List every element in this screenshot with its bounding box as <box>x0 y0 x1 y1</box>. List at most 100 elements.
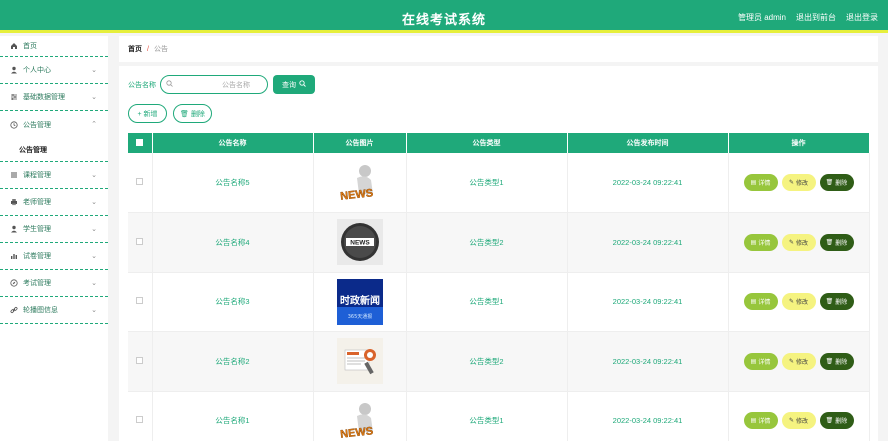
row-checkbox[interactable] <box>136 178 144 185</box>
admin-user-label[interactable]: 管理员 admin <box>738 12 786 23</box>
detail-button[interactable]: ▤ 详情 <box>743 352 778 370</box>
actions-cell: ▤ 详情 ✎ 修改 🗑 删除 <box>728 331 870 392</box>
actions-cell: ▤ 详情 ✎ 修改 🗑 删除 <box>728 272 870 332</box>
edit-button[interactable]: ✎ 修改 <box>781 412 816 430</box>
sidebar-item-exam[interactable]: 考试管理 ⌄ <box>0 270 108 297</box>
trash-icon: 🗑 <box>825 418 834 425</box>
sidebar-item-label: 轮播图信息 <box>23 307 58 314</box>
main-content: 首页 / 公告 公告名称 公告名称 查询 + 新增 🗑 删除 公告名称 公告图片… <box>119 36 878 441</box>
edit-icon: ✎ <box>788 239 794 246</box>
sidebar-item-personal-center[interactable]: 个人中心 ⌄ <box>0 57 108 84</box>
edit-button[interactable]: ✎ 修改 <box>781 352 816 370</box>
edit-label: 修改 <box>796 359 809 366</box>
svg-text:365天通报: 365天通报 <box>347 313 372 320</box>
edit-label: 修改 <box>796 240 809 247</box>
sidebar-item-carousel[interactable]: 轮播图信息 ⌄ <box>0 297 108 324</box>
chevron-down-icon: ⌄ <box>91 307 97 314</box>
detail-button[interactable]: ▤ 详情 <box>743 412 778 430</box>
detail-label: 详情 <box>758 240 771 247</box>
trash-icon: 🗑 <box>825 239 834 246</box>
edit-icon: ✎ <box>788 418 794 425</box>
home-icon <box>10 42 18 50</box>
delete-label: 删除 <box>835 300 848 307</box>
announcement-name-cell: 公告名称5 <box>152 153 314 213</box>
edit-icon: ✎ <box>788 358 794 365</box>
batch-delete-button[interactable]: 🗑 删除 <box>173 104 212 123</box>
sidebar-item-home[interactable]: 首页 <box>0 36 108 57</box>
chevron-down-icon: ⌄ <box>91 199 97 206</box>
add-button[interactable]: + 新增 <box>128 104 167 123</box>
search-icon <box>299 80 306 89</box>
row-checkbox[interactable] <box>136 416 144 424</box>
sidebar-item-base-data[interactable]: 基础数据管理 ⌄ <box>0 84 108 111</box>
trash-icon: 🗑 <box>180 110 189 118</box>
detail-button[interactable]: ▤ 详情 <box>743 293 778 311</box>
delete-button[interactable]: 🗑 删除 <box>819 233 854 251</box>
sidebar-item-course[interactable]: 课程管理 ⌄ <box>0 162 108 189</box>
sidebar: 首页 个人中心 ⌄ 基础数据管理 ⌄ 公告管理 ⌃ 公告管理 课程管理 ⌄ 老师… <box>0 36 108 441</box>
breadcrumb-home[interactable]: 首页 <box>128 44 142 54</box>
user-icon <box>10 225 18 233</box>
sidebar-subitem-announcement-management[interactable]: 公告管理 <box>0 138 108 162</box>
delete-button[interactable]: 🗑 删除 <box>819 174 854 191</box>
detail-icon: ▤ <box>750 299 757 306</box>
sidebar-item-announcement[interactable]: 公告管理 ⌃ <box>0 111 108 138</box>
select-all-cell <box>128 133 153 153</box>
row-select-cell <box>128 331 153 392</box>
trash-icon: 🗑 <box>825 358 834 365</box>
table-row: 公告名称3 时政新闻 365天通报 公告类型1 2022-03-24 09:22:41 ▤… <box>128 272 870 332</box>
search-button[interactable]: 查询 <box>273 75 315 94</box>
breadcrumb-current: 公告 <box>153 46 168 53</box>
news-globe-image: NEWS <box>336 219 383 266</box>
detail-button[interactable]: ▤ 详情 <box>743 233 778 251</box>
search-input[interactable]: 公告名称 <box>160 75 268 94</box>
column-header: 公告类型 <box>406 133 568 153</box>
top-header: 在线考试系统 管理员 admin 退出到前台 退出登录 <box>0 0 888 33</box>
announcement-time-cell: 2022-03-24 09:22:41 <box>567 331 729 392</box>
actions-cell: ▤ 详情 ✎ 修改 🗑 删除 <box>728 212 870 273</box>
link-icon <box>10 306 18 314</box>
edit-button[interactable]: ✎ 修改 <box>781 174 816 191</box>
edit-label: 修改 <box>796 419 809 426</box>
sidebar-item-label: 个人中心 <box>23 67 51 74</box>
actions-cell: ▤ 详情 ✎ 修改 🗑 删除 <box>728 153 870 213</box>
edit-button[interactable]: ✎ 修改 <box>781 233 816 251</box>
announcement-table: 公告名称 公告图片 公告类型 公告发布时间 操作 公告名称5 NEWS 公告类型1 2… <box>128 133 870 441</box>
sidebar-item-exam-paper[interactable]: 试卷管理 ⌄ <box>0 243 108 270</box>
logout-link[interactable]: 退出登录 <box>846 12 878 23</box>
chevron-down-icon: ⌄ <box>91 226 97 233</box>
chevron-down-icon: ⌄ <box>91 67 97 74</box>
table-row: 公告名称2 公告类型2 2022-03-24 09:22:41 ▤ 详情 ✎ 修改 🗑 删除 <box>128 331 870 392</box>
sidebar-item-student[interactable]: 学生管理 ⌄ <box>0 216 108 243</box>
chevron-down-icon: ⌄ <box>91 94 97 101</box>
delete-button[interactable]: 🗑 删除 <box>819 293 854 311</box>
chevron-down-icon: ⌄ <box>91 253 97 260</box>
sidebar-item-label: 试卷管理 <box>23 253 51 260</box>
announcement-time-cell: 2022-03-24 09:22:41 <box>567 391 729 441</box>
detail-label: 详情 <box>758 181 771 187</box>
clock-icon <box>10 120 18 129</box>
sidebar-item-label: 公告管理 <box>23 121 51 129</box>
announcement-image-cell: NEWS <box>313 212 407 273</box>
select-all-checkbox[interactable] <box>136 138 144 146</box>
detail-icon: ▤ <box>750 239 757 246</box>
detail-button[interactable]: ▤ 详情 <box>743 174 778 191</box>
delete-button[interactable]: 🗑 删除 <box>819 352 854 370</box>
row-checkbox[interactable] <box>136 356 144 364</box>
batch-delete-label: 删除 <box>190 110 205 118</box>
sidebar-item-label: 课程管理 <box>23 172 51 179</box>
edit-button[interactable]: ✎ 修改 <box>781 293 816 311</box>
column-header: 公告发布时间 <box>567 133 729 153</box>
row-select-cell <box>128 212 153 273</box>
announcement-name-cell: 公告名称3 <box>152 272 314 332</box>
row-checkbox[interactable] <box>136 297 144 305</box>
delete-label: 删除 <box>835 240 848 247</box>
delete-button[interactable]: 🗑 删除 <box>819 412 854 430</box>
back-to-front-link[interactable]: 退出到前台 <box>796 12 836 23</box>
search-row: 公告名称 公告名称 查询 <box>128 75 315 94</box>
sidebar-item-teacher[interactable]: 老师管理 ⌄ <box>0 189 108 216</box>
row-select-cell <box>128 153 153 213</box>
row-checkbox[interactable] <box>136 237 144 245</box>
announcement-type-cell: 公告类型1 <box>406 153 568 213</box>
sidebar-item-label: 基础数据管理 <box>23 94 65 101</box>
